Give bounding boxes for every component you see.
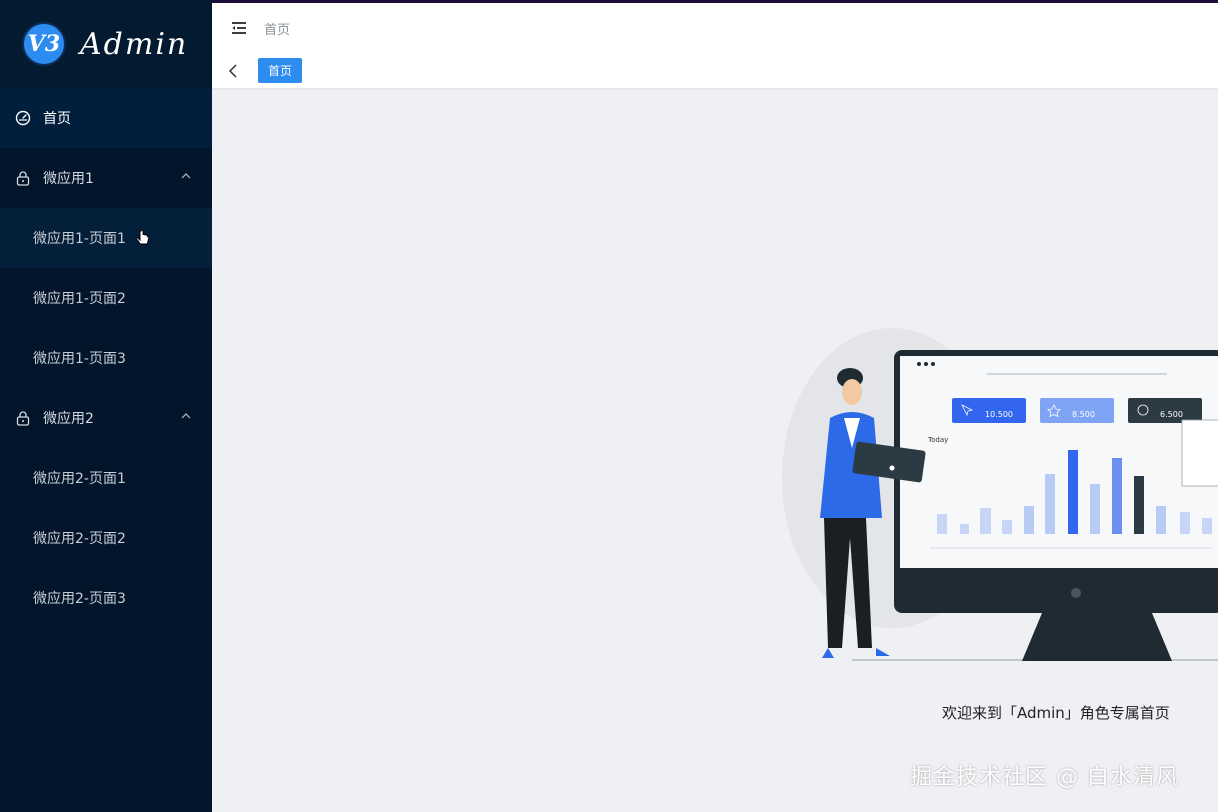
sidebar-item-home[interactable]: 首页 <box>0 88 212 148</box>
header: 首页 首页 <box>212 0 1218 88</box>
lock-icon <box>14 409 32 427</box>
chevron-up-icon <box>180 170 192 186</box>
logo-badge-icon: V3 <box>22 22 66 66</box>
sidebar-group-label: 微应用2 <box>43 411 94 427</box>
sidebar: V3 Admin 首页 微应用1 微应用1-页面1 微应用1-页面2 微应用1-… <box>0 0 212 812</box>
stat-value-1: 10.500 <box>985 410 1013 419</box>
sidebar-item-app1-page1[interactable]: 微应用1-页面1 <box>0 208 212 268</box>
sidebar-item-app1-page3[interactable]: 微应用1-页面3 <box>0 328 212 388</box>
logo-text: Admin <box>80 26 189 62</box>
stat-value-3: 6.500 <box>1160 410 1183 419</box>
tag-home[interactable]: 首页 <box>258 58 303 83</box>
tags-bar: 首页 <box>212 53 1218 88</box>
sidebar-item-app2-page3[interactable]: 微应用2-页面3 <box>0 568 212 628</box>
logo[interactable]: V3 Admin <box>0 0 212 88</box>
chevron-left-icon[interactable] <box>226 63 240 79</box>
sidebar-item-app2-page2[interactable]: 微应用2-页面2 <box>0 508 212 568</box>
lock-icon <box>14 169 32 187</box>
stat-value-2: 8.500 <box>1072 410 1095 419</box>
dashboard-illustration: 10.500 8.500 6.500 Today <box>782 328 1218 661</box>
sidebar-group-label: 微应用1 <box>43 171 94 187</box>
sidebar-item-app1-page2[interactable]: 微应用1-页面2 <box>0 268 212 328</box>
today-label: Today <box>927 436 948 444</box>
topbar: 首页 <box>212 3 1218 53</box>
watermark: 掘金技术社区 @ 白水清风 <box>910 765 1179 790</box>
welcome-text: 欢迎来到「Admin」角色专属首页 <box>942 704 1170 722</box>
chevron-up-icon <box>180 410 192 426</box>
sidebar-item-app2-page1[interactable]: 微应用2-页面1 <box>0 448 212 508</box>
main-content: 10.500 8.500 6.500 Today 欢迎来到「Admin」角色专属… <box>212 88 1218 812</box>
sidebar-item-label: 首页 <box>43 111 71 127</box>
menu-fold-icon[interactable] <box>230 19 248 37</box>
breadcrumb[interactable]: 首页 <box>264 19 290 38</box>
dashboard-icon <box>14 109 32 127</box>
sidebar-group-app2[interactable]: 微应用2 <box>0 388 212 448</box>
sidebar-group-app1[interactable]: 微应用1 <box>0 148 212 208</box>
hand-cursor-icon <box>136 229 150 252</box>
